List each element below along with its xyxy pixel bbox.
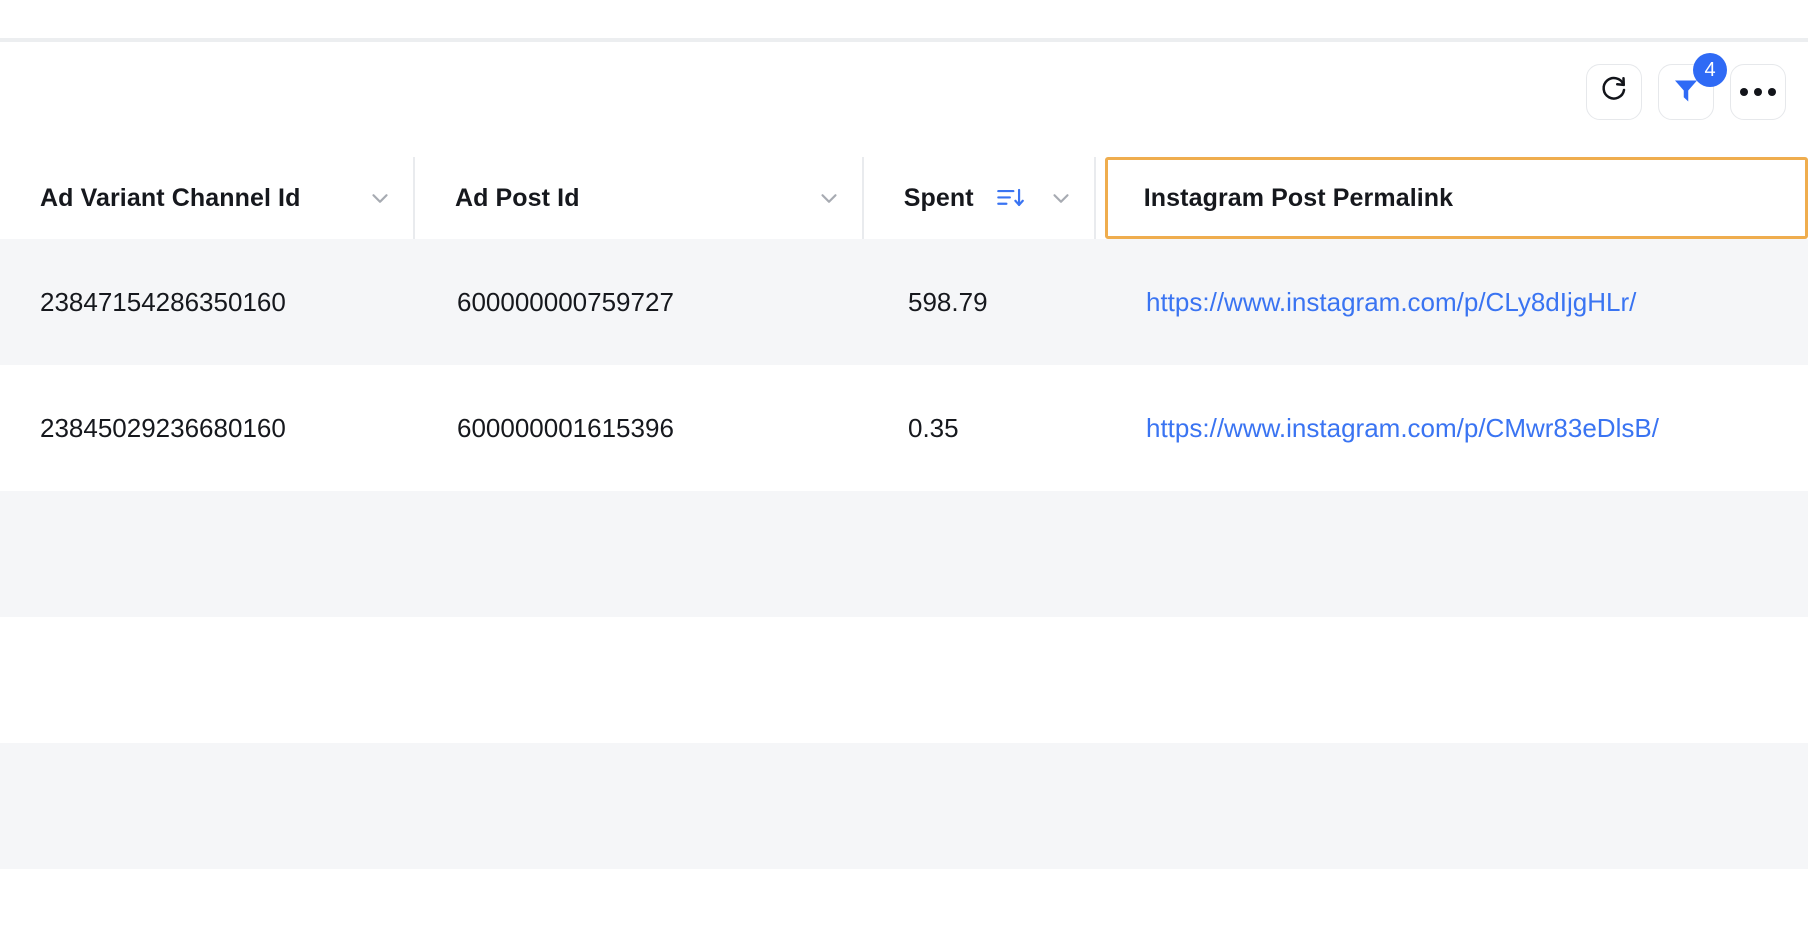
column-header-spent[interactable]: Spent: [863, 157, 1096, 239]
cell-ad-variant-channel-id: 23845029236680160: [40, 412, 286, 443]
column-header-label: Ad Variant Channel Id: [40, 183, 301, 212]
cell-spent: 0.35: [908, 412, 959, 443]
column-header-label: Ad Post Id: [454, 183, 580, 212]
data-grid-page: 4 Ad Variant Channel Id Ad Post Id Spent…: [0, 0, 1808, 932]
table-row[interactable]: 23845029236680160 600000001615396 0.35 h…: [0, 365, 1808, 491]
grid-toolbar: 4: [1586, 53, 1786, 120]
grid-header-row: Ad Variant Channel Id Ad Post Id Spent I…: [0, 157, 1808, 239]
cell-ad-post-id: 600000000759727: [457, 286, 674, 317]
chevron-down-icon[interactable]: [367, 185, 393, 211]
column-header-label: Instagram Post Permalink: [1143, 183, 1454, 212]
empty-table-row: [0, 743, 1808, 869]
empty-table-row: [0, 869, 1808, 932]
cell-spent: 598.79: [908, 286, 988, 317]
refresh-icon: [1599, 75, 1629, 110]
empty-table-row: [0, 491, 1808, 617]
more-options-button[interactable]: [1730, 64, 1786, 120]
column-header-label: Spent: [903, 183, 974, 212]
table-row[interactable]: 23847154286350160 600000000759727 598.79…: [0, 239, 1808, 365]
chevron-down-icon[interactable]: [816, 185, 842, 211]
empty-table-row: [0, 617, 1808, 743]
refresh-button[interactable]: [1586, 64, 1642, 120]
filter-count-badge: 4: [1693, 53, 1727, 87]
instagram-permalink-link[interactable]: https://www.instagram.com/p/CLy8dIjgHLr/: [1146, 287, 1636, 318]
cell-ad-post-id: 600000001615396: [457, 412, 674, 443]
column-header-ad-variant-channel-id[interactable]: Ad Variant Channel Id: [0, 157, 415, 239]
chevron-down-icon[interactable]: [1048, 185, 1074, 211]
cell-instagram-post-permalink: https://www.instagram.com/p/CMwr83eDlsB/: [1101, 365, 1808, 491]
column-header-instagram-post-permalink[interactable]: Instagram Post Permalink: [1104, 157, 1808, 239]
more-horizontal-icon: [1740, 88, 1776, 96]
sort-descending-icon[interactable]: [996, 185, 1026, 211]
top-divider: [0, 38, 1808, 42]
column-header-ad-post-id[interactable]: Ad Post Id: [414, 157, 864, 239]
data-grid: Ad Variant Channel Id Ad Post Id Spent I…: [0, 157, 1808, 932]
cell-instagram-post-permalink: https://www.instagram.com/p/CLy8dIjgHLr/: [1101, 239, 1808, 365]
filter-button[interactable]: 4: [1658, 53, 1727, 120]
instagram-permalink-link[interactable]: https://www.instagram.com/p/CMwr83eDlsB/: [1146, 413, 1659, 444]
cell-ad-variant-channel-id: 23847154286350160: [40, 286, 286, 317]
